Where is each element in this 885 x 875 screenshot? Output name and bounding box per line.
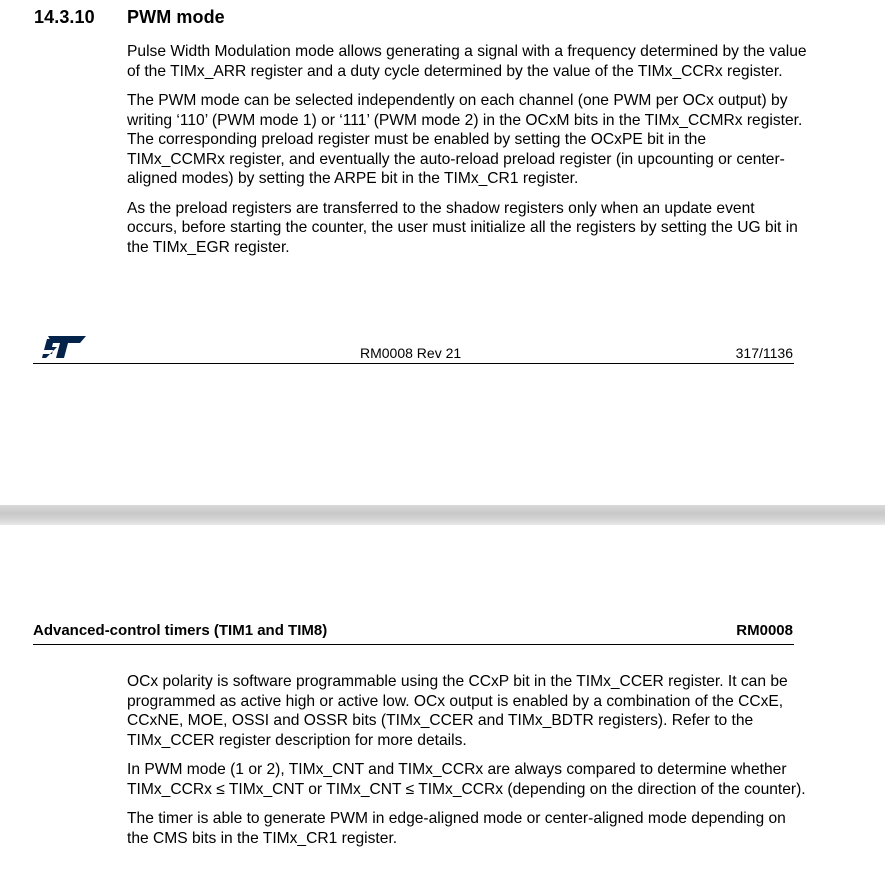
section-number: 14.3.10 <box>34 7 95 27</box>
footer-rule <box>33 363 794 364</box>
section-body: OCx polarity is software programmable us… <box>127 672 807 858</box>
page-number: 317/1136 <box>735 345 793 361</box>
paragraph: Pulse Width Modulation mode allows gener… <box>127 43 807 80</box>
paragraph: The timer is able to generate PWM in edg… <box>127 810 786 847</box>
paragraph: As the preload registers are transferred… <box>127 199 798 256</box>
document-revision: RM0008 Rev 21 <box>360 345 462 361</box>
header-rule <box>33 644 794 645</box>
document-page-317: 14.3.10 PWM mode Pulse Width Modulation m… <box>0 0 885 505</box>
paragraph: OCx polarity is software programmable us… <box>127 673 788 749</box>
document-page-318: Advanced-control timers (TIM1 and TIM8) … <box>0 525 885 875</box>
section-body: Pulse Width Modulation mode allows gener… <box>127 42 807 267</box>
page-separator <box>0 505 885 525</box>
running-header-document-code: RM0008 <box>736 622 793 639</box>
section-title: PWM mode <box>127 7 225 27</box>
running-header-title: Advanced-control timers (TIM1 and TIM8) <box>33 622 328 639</box>
paragraph: In PWM mode (1 or 2), TIMx_CNT and TIMx_… <box>127 761 806 798</box>
paragraph: The PWM mode can be selected independent… <box>127 92 803 187</box>
st-logo-icon <box>42 336 86 358</box>
section-heading: 14.3.10 PWM mode <box>34 7 225 28</box>
